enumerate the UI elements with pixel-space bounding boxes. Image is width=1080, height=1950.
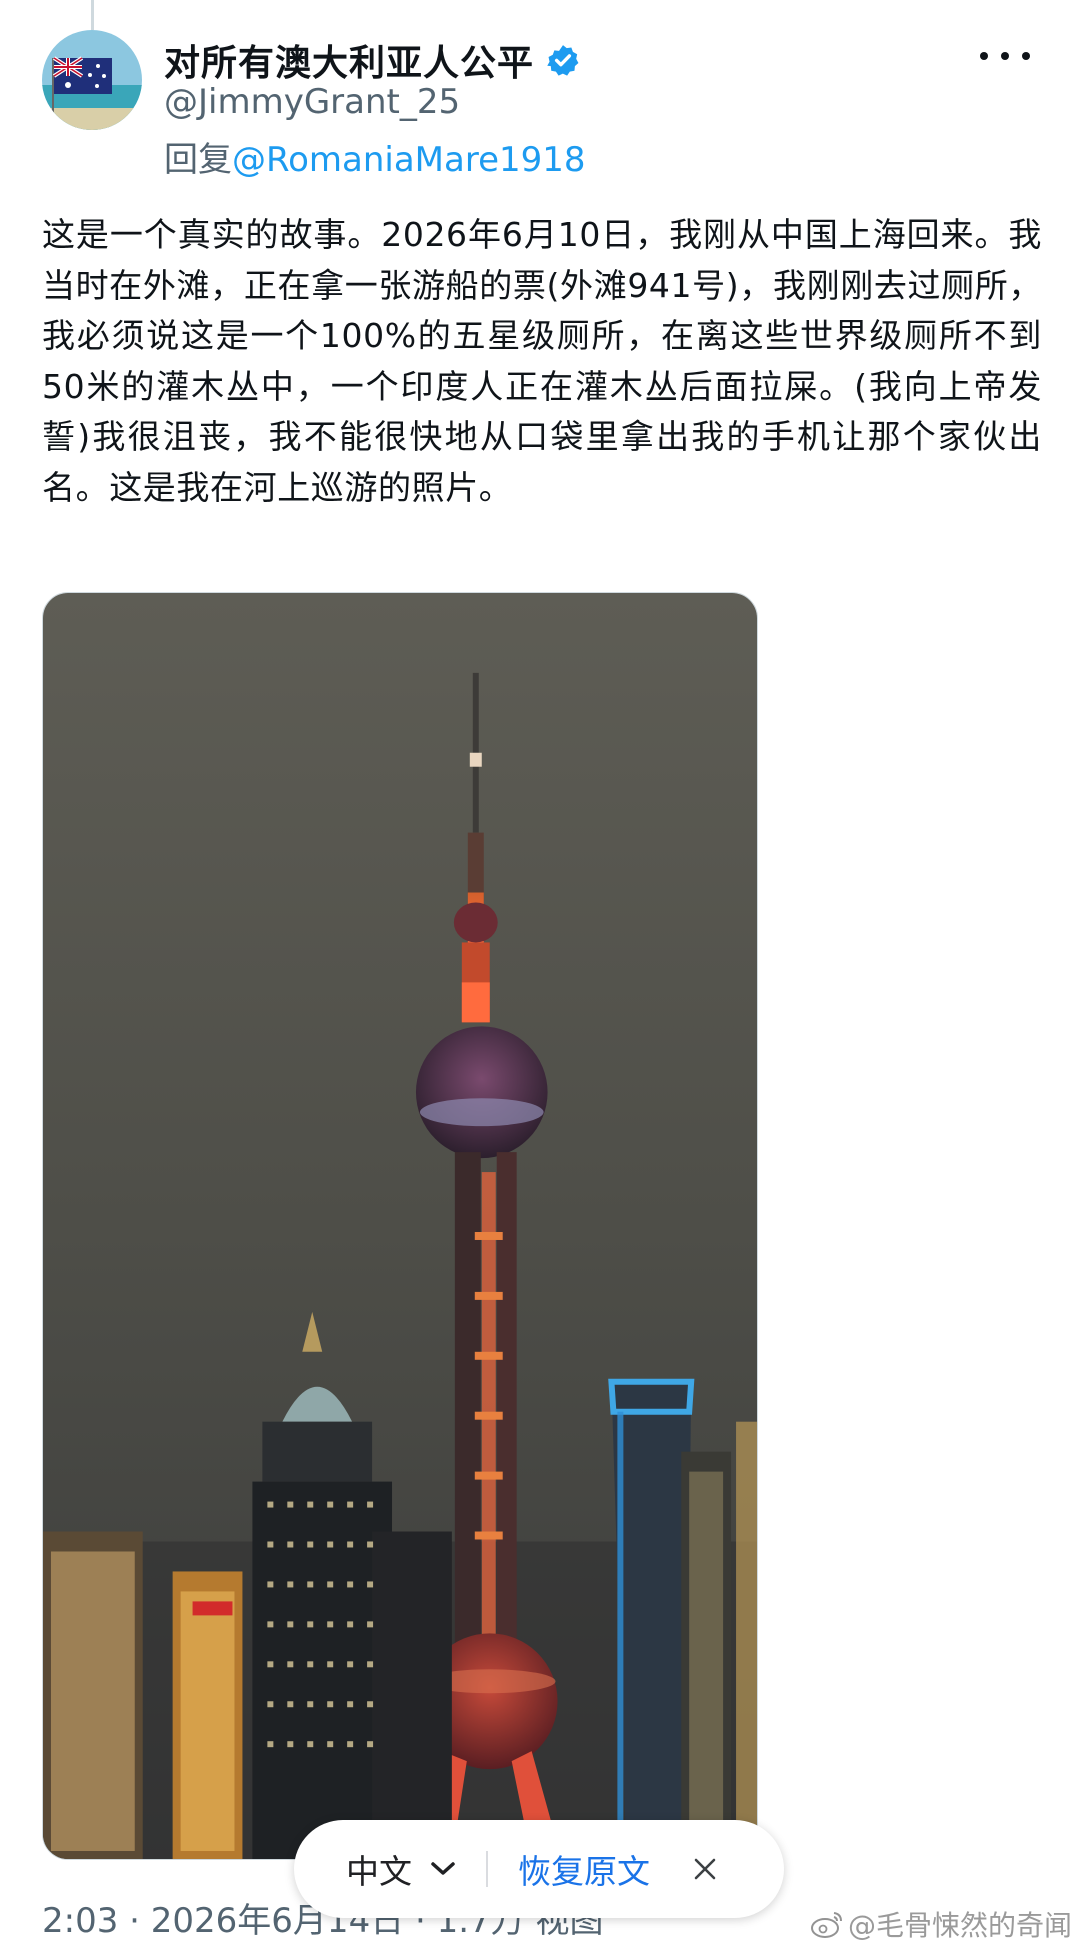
tweet-header: 对所有澳大利亚人公平 @JimmyGrant_25 回复@RomaniaMare… — [42, 30, 1050, 190]
language-select[interactable]: 中文 — [346, 1845, 456, 1893]
reply-mention-link[interactable]: @RomaniaMare1918 — [232, 140, 586, 180]
avatar[interactable] — [42, 30, 142, 130]
chevron-down-icon — [431, 1862, 455, 1875]
close-icon[interactable] — [692, 1856, 718, 1882]
display-name[interactable]: 对所有澳大利亚人公平 — [164, 34, 534, 86]
more-dot — [980, 52, 988, 60]
reply-prefix: 回复 — [164, 140, 232, 180]
tweet-text: 这是一个真实的故事。2026年6月10日，我刚从中国上海回来。我当时在外滩，正在… — [42, 215, 1042, 507]
avatar-image — [42, 30, 142, 130]
translate-bar: 中文 恢复原文 — [294, 1820, 784, 1918]
language-label: 中文 — [346, 1852, 412, 1891]
more-dot — [1022, 52, 1030, 60]
weibo-logo-icon — [810, 1912, 842, 1938]
verified-badge-icon — [547, 45, 579, 76]
watermark: @毛骨悚然的奇闻 — [810, 1904, 1072, 1944]
translate-bar-divider — [486, 1851, 488, 1887]
more-dot — [1001, 52, 1009, 60]
oriental-pearl-tower-photo — [43, 593, 757, 1859]
tweet-photo[interactable] — [42, 592, 758, 1860]
restore-original-button[interactable]: 恢复原文 — [518, 1845, 650, 1893]
thread-connector-line — [91, 0, 94, 30]
author-name-row: 对所有澳大利亚人公平 — [164, 34, 580, 86]
author-handle[interactable]: @JimmyGrant_25 — [164, 82, 460, 122]
more-dots-icon[interactable] — [980, 38, 1030, 74]
watermark-text: @毛骨悚然的奇闻 — [847, 1909, 1072, 1942]
reply-to-line: 回复@RomaniaMare1918 — [164, 132, 586, 181]
